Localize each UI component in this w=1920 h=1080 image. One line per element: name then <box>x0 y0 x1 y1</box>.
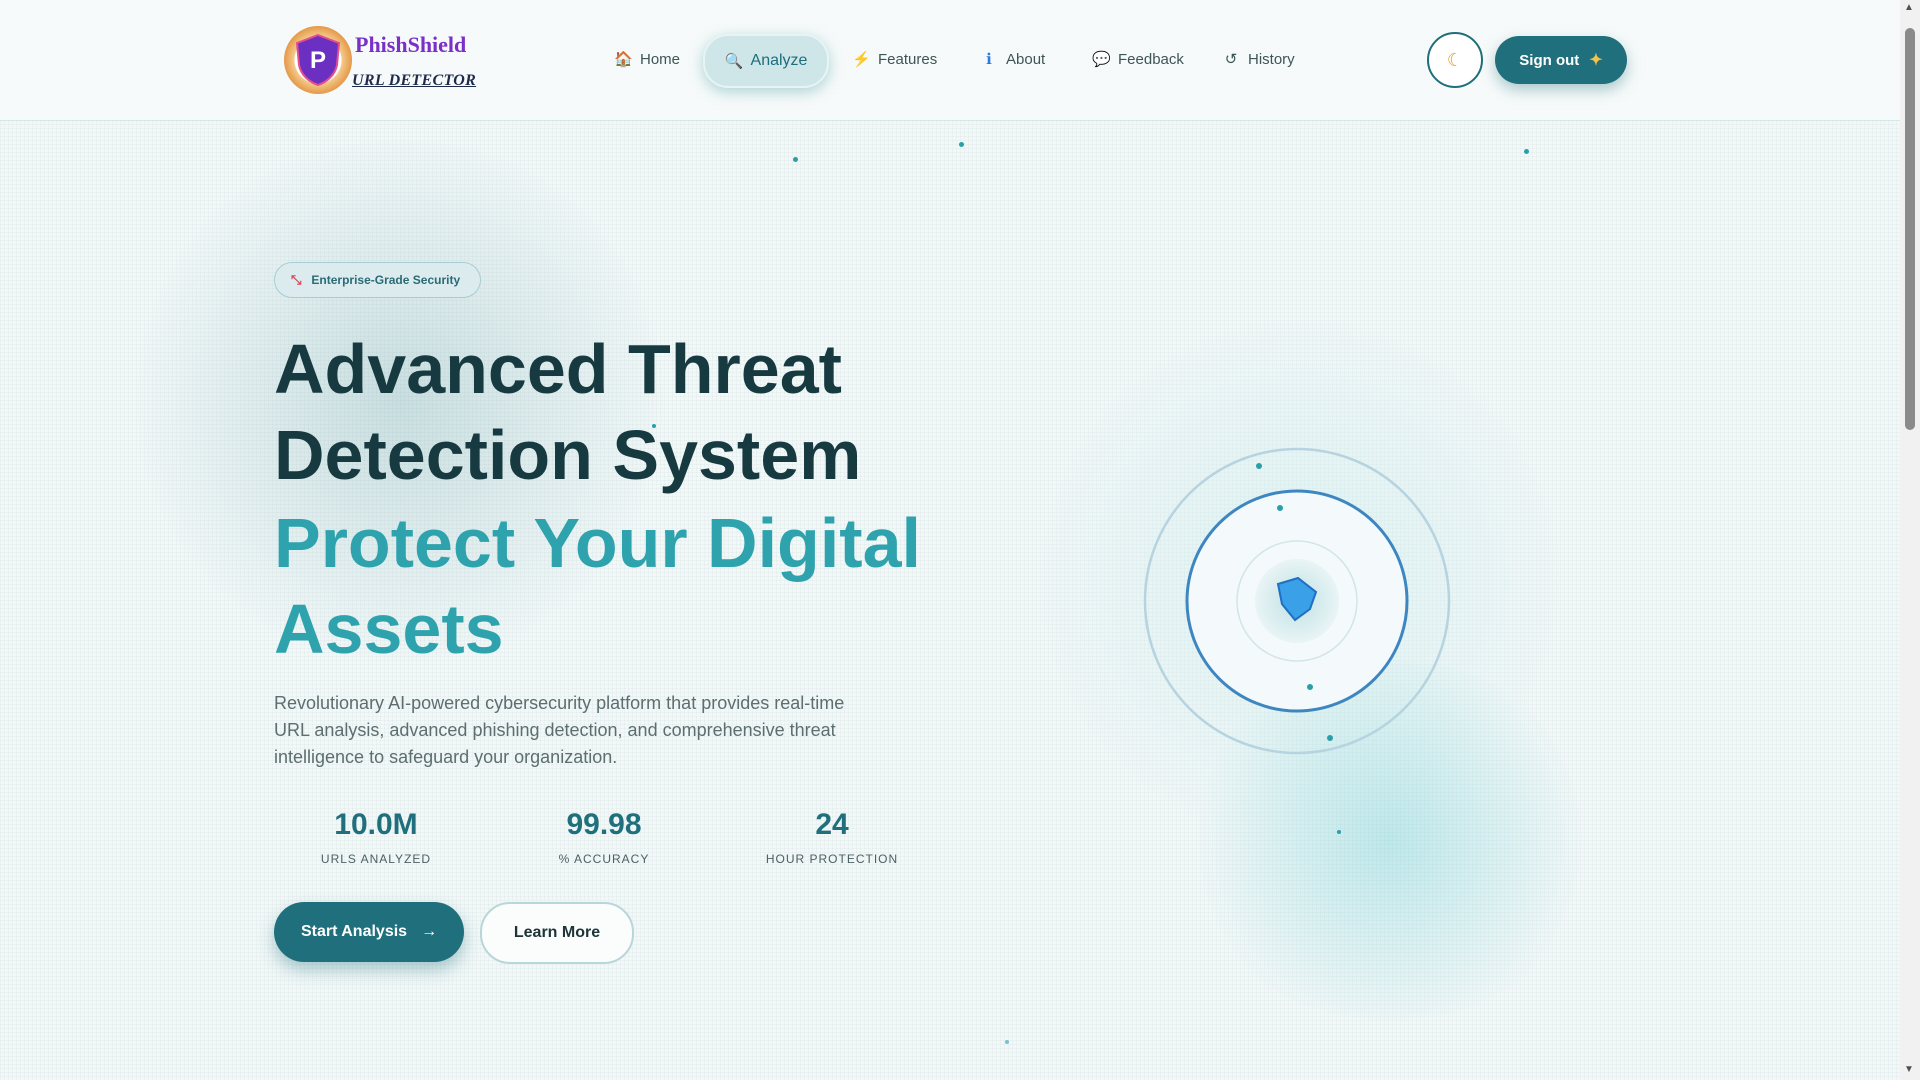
start-analysis-button[interactable]: Start Analysis → <box>274 902 464 962</box>
chat-bubble-icon: 💬 <box>1092 51 1111 68</box>
brand-subtitle: URL DETECTOR <box>352 72 477 89</box>
scroll-up-icon[interactable]: ▲ <box>1904 2 1914 13</box>
scroll-down-icon[interactable]: ▼ <box>1904 1064 1914 1075</box>
particle-dot <box>793 157 798 162</box>
nav-item-home[interactable]: 🏠 Home <box>614 34 680 84</box>
history-icon: ↺ <box>1224 51 1238 68</box>
particle-dot <box>1524 149 1529 154</box>
moon-icon: ☾ <box>1446 49 1464 70</box>
nav-item-analyze[interactable]: 🔍 Analyze <box>703 34 829 88</box>
stat-hour-protection: 24 HOUR PROTECTION <box>752 808 912 866</box>
stat-label: % ACCURACY <box>558 852 650 866</box>
brand-logo[interactable]: P <box>284 26 352 94</box>
particle-dot <box>959 142 964 147</box>
nav-item-history[interactable]: ↺ History <box>1222 34 1295 84</box>
learn-more-button[interactable]: Learn More <box>480 902 634 964</box>
hero-title-line-2: Detection System <box>274 416 862 494</box>
hero-highlight-line-2: Assets <box>274 590 504 668</box>
hero-highlight-line-1: Protect Your Digital <box>274 504 921 582</box>
particle-dot <box>1005 1040 1009 1044</box>
nav-label: Analyze <box>750 52 808 69</box>
arrow-right-icon: → <box>421 923 438 940</box>
stat-label: HOUR PROTECTION <box>765 852 899 866</box>
theme-toggle-button[interactable]: ☾ <box>1427 32 1483 88</box>
nav-label: Feedback <box>1118 50 1184 68</box>
stat-value: 24 <box>815 808 849 841</box>
radar-shield-illustration <box>1143 447 1451 755</box>
sparkle-icon: ✦ <box>1589 52 1603 69</box>
nav-item-about[interactable]: ℹ About <box>980 34 1045 84</box>
nav-item-features[interactable]: ⚡ Features <box>852 34 937 84</box>
security-badge: ⤡ Enterprise-Grade Security <box>274 262 482 298</box>
svg-text:P: P <box>310 47 326 74</box>
nav-item-feedback[interactable]: 💬 Feedback <box>1092 34 1184 84</box>
shield-logo-icon: P <box>295 33 341 87</box>
nav-label: History <box>1248 50 1295 68</box>
lightning-icon: ⚡ <box>852 51 871 68</box>
brand-name[interactable]: PhishShield <box>355 32 466 58</box>
stat-label: URLS ANALYZED <box>320 852 432 866</box>
hero-title-line-1: Advanced Threat <box>274 330 842 408</box>
scrollbar-thumb[interactable] <box>1905 28 1915 430</box>
nav-label: Features <box>878 50 938 68</box>
home-icon: 🏠 <box>614 51 633 68</box>
nav-label: About <box>1006 50 1046 68</box>
stat-value: 99.98 <box>566 808 642 841</box>
stat-urls-analyzed: 10.0M URLS ANALYZED <box>296 808 456 866</box>
stat-accuracy: 99.98 % ACCURACY <box>524 808 684 866</box>
page-scrollbar[interactable]: ▲ ▼ <box>1900 0 1920 1080</box>
sign-out-button[interactable]: Sign out ✦ <box>1495 36 1627 84</box>
hero-description: Revolutionary AI-powered cybersecurity p… <box>274 693 845 767</box>
start-analysis-label: Start Analysis <box>300 923 408 940</box>
top-navbar: P PhishShield URL DETECTOR 🏠 Home 🔍 Anal… <box>0 0 1900 121</box>
info-icon: ℹ <box>986 51 992 68</box>
badge-label: Enterprise-Grade Security <box>311 273 461 287</box>
search-icon: 🔍 <box>724 53 744 70</box>
particle-dot <box>1337 830 1341 834</box>
arrows-compress-icon: ⤡ <box>291 272 302 287</box>
nav-label: Home <box>640 50 681 68</box>
stat-value: 10.0M <box>334 808 418 841</box>
sign-out-label: Sign out <box>1519 51 1580 69</box>
